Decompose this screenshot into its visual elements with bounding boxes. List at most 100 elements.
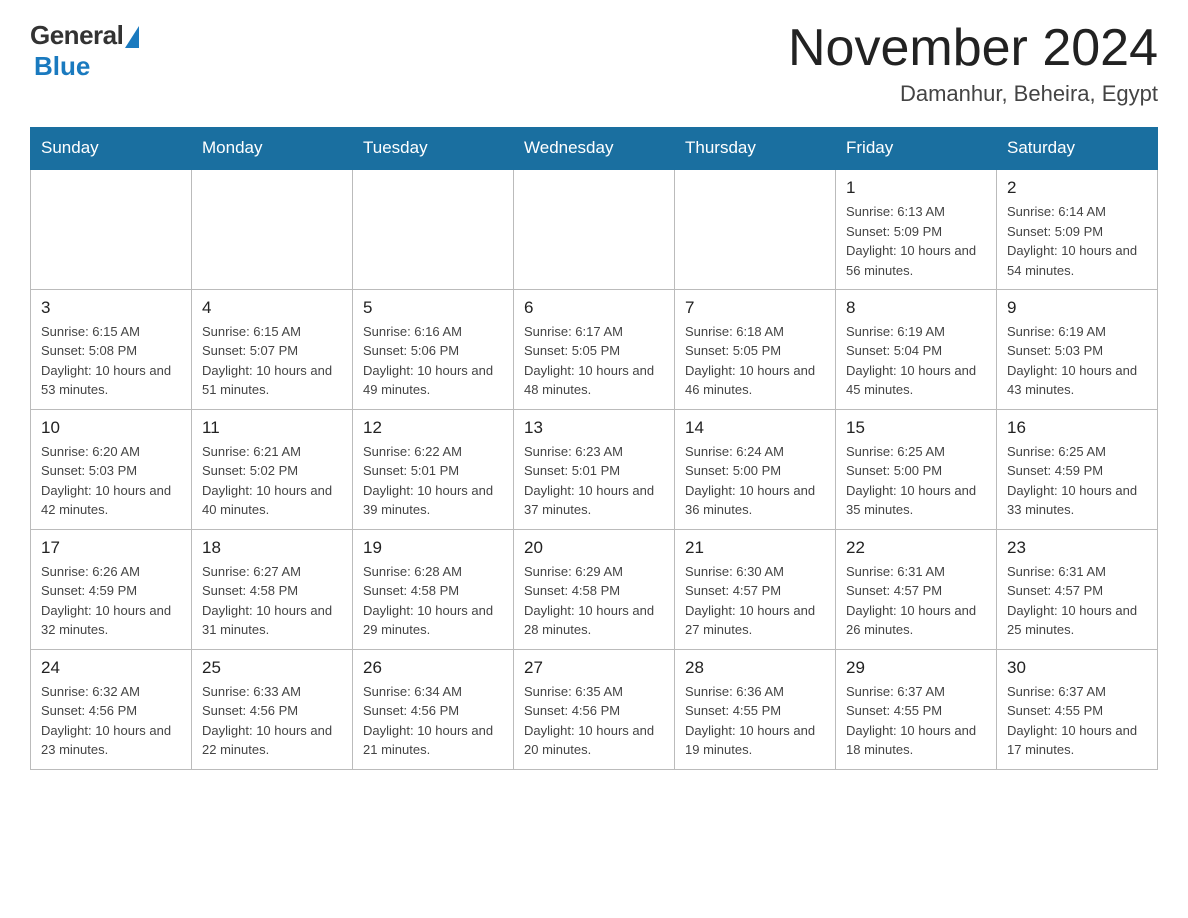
day-of-week-header: Saturday	[997, 128, 1158, 170]
day-of-week-header: Sunday	[31, 128, 192, 170]
title-section: November 2024 Damanhur, Beheira, Egypt	[788, 20, 1158, 107]
day-info: Sunrise: 6:24 AMSunset: 5:00 PMDaylight:…	[685, 442, 825, 520]
day-info: Sunrise: 6:19 AMSunset: 5:04 PMDaylight:…	[846, 322, 986, 400]
calendar-cell: 12 Sunrise: 6:22 AMSunset: 5:01 PMDayligh…	[353, 409, 514, 529]
calendar-header-row: SundayMondayTuesdayWednesdayThursdayFrid…	[31, 128, 1158, 170]
day-info: Sunrise: 6:31 AMSunset: 4:57 PMDaylight:…	[846, 562, 986, 640]
day-info: Sunrise: 6:36 AMSunset: 4:55 PMDaylight:…	[685, 682, 825, 760]
day-info: Sunrise: 6:17 AMSunset: 5:05 PMDaylight:…	[524, 322, 664, 400]
calendar-cell: 5 Sunrise: 6:16 AMSunset: 5:06 PMDaylight…	[353, 289, 514, 409]
day-of-week-header: Wednesday	[514, 128, 675, 170]
calendar-cell	[514, 169, 675, 289]
day-number: 19	[363, 538, 503, 558]
calendar-cell	[192, 169, 353, 289]
day-info: Sunrise: 6:25 AMSunset: 4:59 PMDaylight:…	[1007, 442, 1147, 520]
calendar-cell: 15 Sunrise: 6:25 AMSunset: 5:00 PMDayligh…	[836, 409, 997, 529]
calendar-cell: 28 Sunrise: 6:36 AMSunset: 4:55 PMDayligh…	[675, 649, 836, 769]
calendar-cell: 7Sunrise: 6:18 AMSunset: 5:05 PMDaylight…	[675, 289, 836, 409]
calendar-cell	[31, 169, 192, 289]
day-info: Sunrise: 6:25 AMSunset: 5:00 PMDaylight:…	[846, 442, 986, 520]
day-info: Sunrise: 6:27 AMSunset: 4:58 PMDaylight:…	[202, 562, 342, 640]
calendar-week-row: 1 Sunrise: 6:13 AMSunset: 5:09 PMDaylight…	[31, 169, 1158, 289]
calendar-cell: 1 Sunrise: 6:13 AMSunset: 5:09 PMDaylight…	[836, 169, 997, 289]
calendar-cell: 23Sunrise: 6:31 AMSunset: 4:57 PMDayligh…	[997, 529, 1158, 649]
calendar-week-row: 10Sunrise: 6:20 AMSunset: 5:03 PMDayligh…	[31, 409, 1158, 529]
day-number: 22	[846, 538, 986, 558]
day-number: 26	[363, 658, 503, 678]
day-info: Sunrise: 6:15 AMSunset: 5:08 PMDaylight:…	[41, 322, 181, 400]
day-info: Sunrise: 6:30 AMSunset: 4:57 PMDaylight:…	[685, 562, 825, 640]
calendar-cell: 22 Sunrise: 6:31 AMSunset: 4:57 PMDayligh…	[836, 529, 997, 649]
calendar-cell: 4 Sunrise: 6:15 AMSunset: 5:07 PMDaylight…	[192, 289, 353, 409]
day-info: Sunrise: 6:37 AMSunset: 4:55 PMDaylight:…	[1007, 682, 1147, 760]
day-number: 20	[524, 538, 664, 558]
day-info: Sunrise: 6:22 AMSunset: 5:01 PMDaylight:…	[363, 442, 503, 520]
day-number: 17	[41, 538, 181, 558]
day-number: 21	[685, 538, 825, 558]
page-header: General Blue November 2024 Damanhur, Beh…	[30, 20, 1158, 107]
logo: General Blue	[30, 20, 139, 82]
calendar-cell: 8 Sunrise: 6:19 AMSunset: 5:04 PMDaylight…	[836, 289, 997, 409]
day-number: 12	[363, 418, 503, 438]
calendar-cell: 20 Sunrise: 6:29 AMSunset: 4:58 PMDayligh…	[514, 529, 675, 649]
day-number: 6	[524, 298, 664, 318]
calendar-cell: 21 Sunrise: 6:30 AMSunset: 4:57 PMDayligh…	[675, 529, 836, 649]
day-number: 15	[846, 418, 986, 438]
day-of-week-header: Monday	[192, 128, 353, 170]
day-info: Sunrise: 6:32 AMSunset: 4:56 PMDaylight:…	[41, 682, 181, 760]
day-number: 28	[685, 658, 825, 678]
day-number: 24	[41, 658, 181, 678]
day-info: Sunrise: 6:33 AMSunset: 4:56 PMDaylight:…	[202, 682, 342, 760]
calendar-cell: 26 Sunrise: 6:34 AMSunset: 4:56 PMDayligh…	[353, 649, 514, 769]
logo-general-text: General	[30, 20, 123, 51]
calendar-cell: 6 Sunrise: 6:17 AMSunset: 5:05 PMDaylight…	[514, 289, 675, 409]
day-number: 25	[202, 658, 342, 678]
calendar-cell: 3 Sunrise: 6:15 AMSunset: 5:08 PMDaylight…	[31, 289, 192, 409]
day-of-week-header: Thursday	[675, 128, 836, 170]
calendar-cell: 29Sunrise: 6:37 AMSunset: 4:55 PMDayligh…	[836, 649, 997, 769]
day-number: 8	[846, 298, 986, 318]
day-number: 29	[846, 658, 986, 678]
day-info: Sunrise: 6:28 AMSunset: 4:58 PMDaylight:…	[363, 562, 503, 640]
calendar-cell: 16 Sunrise: 6:25 AMSunset: 4:59 PMDayligh…	[997, 409, 1158, 529]
calendar-cell: 18 Sunrise: 6:27 AMSunset: 4:58 PMDayligh…	[192, 529, 353, 649]
day-number: 9	[1007, 298, 1147, 318]
day-number: 2	[1007, 178, 1147, 198]
calendar-cell: 25 Sunrise: 6:33 AMSunset: 4:56 PMDayligh…	[192, 649, 353, 769]
day-info: Sunrise: 6:16 AMSunset: 5:06 PMDaylight:…	[363, 322, 503, 400]
day-number: 18	[202, 538, 342, 558]
day-info: Sunrise: 6:18 AMSunset: 5:05 PMDaylight:…	[685, 322, 825, 400]
day-info: Sunrise: 6:14 AMSunset: 5:09 PMDaylight:…	[1007, 202, 1147, 280]
day-number: 30	[1007, 658, 1147, 678]
day-info: Sunrise: 6:19 AMSunset: 5:03 PMDaylight:…	[1007, 322, 1147, 400]
calendar-cell: 17 Sunrise: 6:26 AMSunset: 4:59 PMDayligh…	[31, 529, 192, 649]
day-info: Sunrise: 6:26 AMSunset: 4:59 PMDaylight:…	[41, 562, 181, 640]
day-info: Sunrise: 6:13 AMSunset: 5:09 PMDaylight:…	[846, 202, 986, 280]
day-number: 16	[1007, 418, 1147, 438]
day-number: 4	[202, 298, 342, 318]
calendar-week-row: 3 Sunrise: 6:15 AMSunset: 5:08 PMDaylight…	[31, 289, 1158, 409]
day-number: 3	[41, 298, 181, 318]
day-number: 11	[202, 418, 342, 438]
day-number: 14	[685, 418, 825, 438]
day-info: Sunrise: 6:34 AMSunset: 4:56 PMDaylight:…	[363, 682, 503, 760]
calendar-cell: 13Sunrise: 6:23 AMSunset: 5:01 PMDayligh…	[514, 409, 675, 529]
location-text: Damanhur, Beheira, Egypt	[788, 81, 1158, 107]
day-info: Sunrise: 6:35 AMSunset: 4:56 PMDaylight:…	[524, 682, 664, 760]
logo-blue-text: Blue	[34, 51, 90, 82]
calendar-cell	[353, 169, 514, 289]
calendar-table: SundayMondayTuesdayWednesdayThursdayFrid…	[30, 127, 1158, 770]
day-info: Sunrise: 6:23 AMSunset: 5:01 PMDaylight:…	[524, 442, 664, 520]
day-info: Sunrise: 6:21 AMSunset: 5:02 PMDaylight:…	[202, 442, 342, 520]
day-of-week-header: Friday	[836, 128, 997, 170]
calendar-cell: 10Sunrise: 6:20 AMSunset: 5:03 PMDayligh…	[31, 409, 192, 529]
month-title: November 2024	[788, 20, 1158, 77]
day-number: 1	[846, 178, 986, 198]
day-info: Sunrise: 6:31 AMSunset: 4:57 PMDaylight:…	[1007, 562, 1147, 640]
calendar-cell	[675, 169, 836, 289]
day-number: 5	[363, 298, 503, 318]
day-info: Sunrise: 6:29 AMSunset: 4:58 PMDaylight:…	[524, 562, 664, 640]
calendar-cell: 30 Sunrise: 6:37 AMSunset: 4:55 PMDayligh…	[997, 649, 1158, 769]
day-info: Sunrise: 6:15 AMSunset: 5:07 PMDaylight:…	[202, 322, 342, 400]
calendar-cell: 2 Sunrise: 6:14 AMSunset: 5:09 PMDaylight…	[997, 169, 1158, 289]
